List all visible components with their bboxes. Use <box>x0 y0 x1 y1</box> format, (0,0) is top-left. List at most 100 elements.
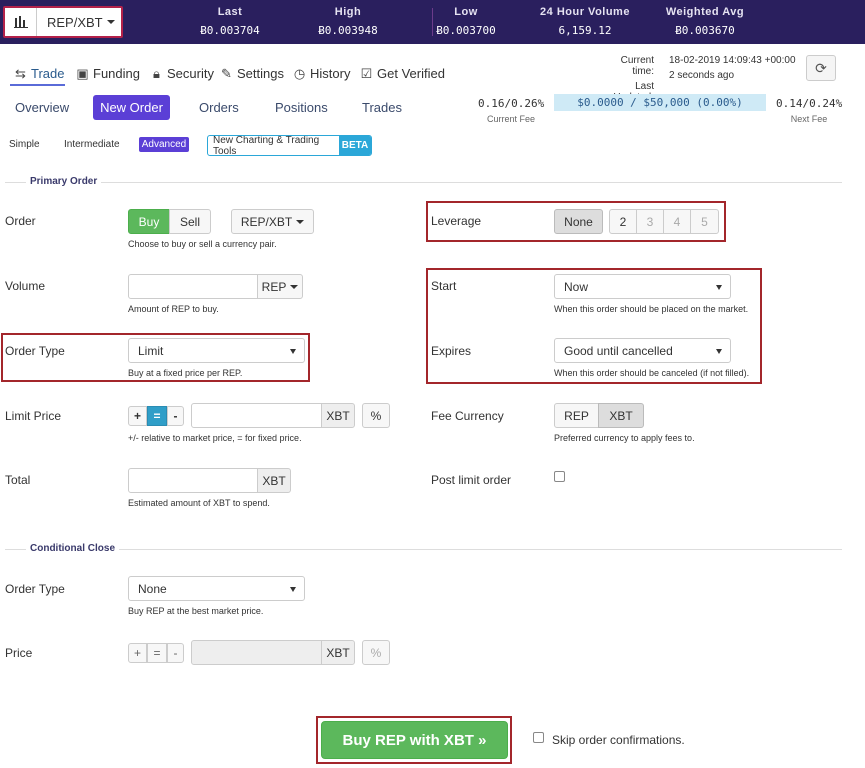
lock-icon: 🔒︎ <box>153 66 160 81</box>
nav-security[interactable]: 🔒︎ Security <box>150 66 214 82</box>
leverage-none-button[interactable]: None <box>554 209 603 234</box>
tab-positions[interactable]: Positions <box>275 100 328 115</box>
nav-funding[interactable]: ▣ Funding <box>76 66 140 82</box>
volume-unit-dropdown[interactable]: REP <box>257 274 303 299</box>
leverage-2-button[interactable]: 2 <box>609 209 637 234</box>
current-fee-value: 0.16/0.26% <box>478 97 545 110</box>
volume-unit-label: REP <box>261 279 287 294</box>
close-order-type-select[interactable]: None <box>128 576 305 601</box>
limit-price-label: Limit Price <box>5 409 62 423</box>
start-label: Start <box>431 279 457 293</box>
tab-trades[interactable]: Trades <box>362 100 402 115</box>
nav-label: Funding <box>93 66 140 81</box>
fee-currency-help: Preferred currency to apply fees to. <box>554 433 695 443</box>
time-values: 18-02-2019 14:09:43 +00:00 2 seconds ago <box>669 55 796 81</box>
percent-button[interactable]: % <box>362 403 390 428</box>
stat-label: 24 Hour Volume <box>540 6 630 18</box>
pair-label[interactable]: REP/XBT <box>37 15 103 30</box>
expires-value: Good until cancelled <box>564 343 673 358</box>
close-order-type-value: None <box>138 581 167 596</box>
close-percent-button[interactable]: % <box>362 640 390 665</box>
chevron-down-icon <box>106 20 115 24</box>
leverage-label: Leverage <box>431 214 482 228</box>
exchange-icon: ⇆ <box>15 66 26 81</box>
chevron-down-icon <box>290 284 299 289</box>
submit-order-button[interactable]: Buy REP with XBT » <box>321 721 508 759</box>
fee-rep-button[interactable]: REP <box>554 403 599 428</box>
pair-dropdown[interactable]: REP/XBT <box>231 209 314 234</box>
tab-overview[interactable]: Overview <box>15 100 69 115</box>
stat-value: Ƀ0.003700 <box>436 24 496 37</box>
pair-selector[interactable]: REP/XBT <box>3 6 123 38</box>
tab-new-order[interactable]: New Order <box>93 95 170 120</box>
post-limit-checkbox[interactable] <box>554 471 565 482</box>
leverage-5-button[interactable]: 5 <box>690 209 719 234</box>
limit-price-help: +/- relative to market price, = for fixe… <box>128 433 302 443</box>
chevron-down-icon <box>716 284 722 290</box>
skip-confirmations-checkbox[interactable] <box>533 732 544 743</box>
stat-value: Ƀ0.003948 <box>318 24 378 37</box>
refresh-button[interactable]: ⟳ <box>806 55 836 81</box>
fee-xbt-button[interactable]: XBT <box>598 403 644 428</box>
nav-settings[interactable]: ✎ Settings <box>220 66 284 82</box>
stat-label: Last <box>217 6 243 18</box>
last-updated: 2 seconds ago <box>669 70 735 81</box>
nav-get-verified[interactable]: ☑ Get Verified <box>360 66 445 82</box>
nav-label: Security <box>167 66 214 81</box>
pair-dropdown-label: REP/XBT <box>240 214 293 229</box>
stat-last: Last Ƀ0.003704 <box>196 6 264 37</box>
charting-tools-button[interactable]: New Charting & Trading Tools BETA <box>207 135 372 156</box>
expires-select[interactable]: Good until cancelled <box>554 338 731 363</box>
relative-plus-button[interactable]: + <box>128 406 147 426</box>
section-divider <box>5 182 842 183</box>
leverage-4-button[interactable]: 4 <box>663 209 691 234</box>
relative-minus-button[interactable]: - <box>167 406 184 426</box>
money-icon: ▣ <box>76 66 89 81</box>
close-minus-button[interactable]: - <box>167 643 184 663</box>
close-equals-button[interactable]: = <box>147 643 167 663</box>
active-tab-indicator <box>10 84 65 86</box>
close-price-label: Price <box>5 646 33 660</box>
volume-input[interactable] <box>128 274 258 299</box>
chart-icon[interactable] <box>5 8 37 36</box>
stat-volume: 24 Hour Volume 6,159.12 <box>532 6 638 37</box>
current-fee: 0.16/0.26% Current Fee <box>478 97 544 124</box>
mode-simple[interactable]: Simple <box>9 139 40 150</box>
next-fee-value: 0.14/0.24% <box>776 97 843 110</box>
fixed-price-button[interactable]: = <box>147 406 167 426</box>
post-limit-label: Post limit order <box>431 473 512 487</box>
nav-trade[interactable]: ⇆ Trade <box>14 66 64 82</box>
start-help: When this order should be placed on the … <box>554 304 749 314</box>
total-help: Estimated amount of XBT to spend. <box>128 498 270 508</box>
chevron-down-icon <box>716 348 722 354</box>
close-order-type-help: Buy REP at the best market price. <box>128 606 264 616</box>
order-type-label: Order Type <box>5 344 65 358</box>
stat-label: High <box>334 6 362 18</box>
limit-price-input[interactable] <box>191 403 322 428</box>
nav-label: History <box>310 66 351 81</box>
volume-progress-bar: $0.0000 / $50,000 (0.00%) <box>554 94 766 111</box>
stat-low: Low Ƀ0.003700 <box>432 6 500 37</box>
total-input[interactable] <box>128 468 258 493</box>
nav-label: Get Verified <box>377 66 445 81</box>
close-price-input[interactable] <box>191 640 322 665</box>
expires-help: When this order should be canceled (if n… <box>554 368 750 378</box>
stat-high: High Ƀ0.003948 <box>314 6 382 37</box>
close-price-unit: XBT <box>321 640 355 665</box>
current-time: 18-02-2019 14:09:43 +00:00 <box>669 55 796 66</box>
close-plus-button[interactable]: + <box>128 643 147 663</box>
leverage-3-button[interactable]: 3 <box>636 209 664 234</box>
tab-orders[interactable]: Orders <box>199 100 239 115</box>
beta-badge: BETA <box>339 136 371 155</box>
buy-button[interactable]: Buy <box>128 209 170 234</box>
sell-button[interactable]: Sell <box>169 209 211 234</box>
mode-advanced[interactable]: Advanced <box>139 137 189 152</box>
charting-tools-label: New Charting & Trading Tools <box>213 135 320 156</box>
nav-history[interactable]: ◷ History <box>293 66 351 82</box>
order-type-select[interactable]: Limit <box>128 338 305 363</box>
conditional-close-heading: Conditional Close <box>26 543 119 554</box>
start-select[interactable]: Now <box>554 274 731 299</box>
expires-label: Expires <box>431 344 472 358</box>
next-fee-label: Next Fee <box>790 114 828 124</box>
mode-intermediate[interactable]: Intermediate <box>64 139 120 150</box>
